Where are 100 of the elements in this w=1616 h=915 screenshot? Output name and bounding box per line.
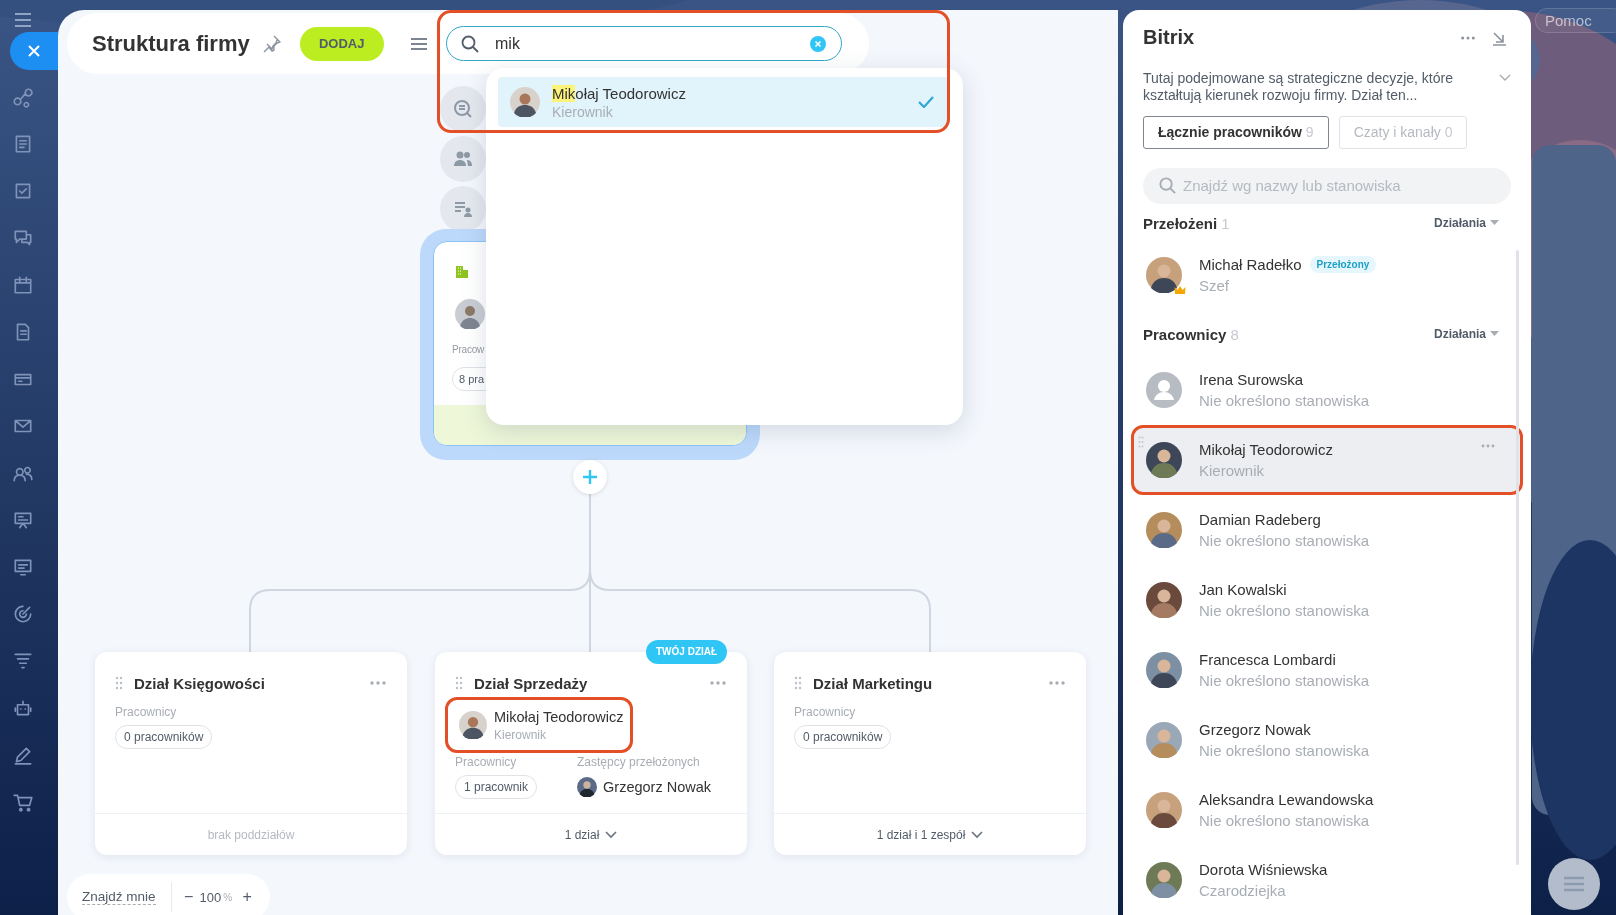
employee-name[interactable]: Michał Radełko xyxy=(1199,256,1302,273)
employee-row[interactable]: Michał Radełko Przełożony Szef xyxy=(1131,240,1523,310)
menu-icon[interactable] xyxy=(409,36,428,51)
avatar xyxy=(1146,582,1182,618)
manager-block[interactable]: Mikołaj Teodorowicz Kierownik xyxy=(445,697,633,753)
avatar xyxy=(1146,722,1182,758)
zoom-out-button[interactable]: − xyxy=(181,888,196,906)
employee-name[interactable]: Mikołaj Teodorowicz xyxy=(1199,441,1333,458)
employee-row[interactable]: Mikołaj Teodorowicz Kierownik xyxy=(1131,425,1523,495)
actions-dropdown[interactable]: Działania xyxy=(1433,327,1499,341)
avatar xyxy=(1146,257,1182,293)
employee-position: Szef xyxy=(1199,277,1230,294)
drag-handle-icon[interactable] xyxy=(115,676,123,690)
role-badge: Przełożony xyxy=(1309,256,1377,273)
deputy-name[interactable]: Grzegorz Nowak xyxy=(603,779,711,795)
more-icon[interactable] xyxy=(709,681,727,685)
list-person-icon[interactable] xyxy=(440,186,486,232)
avatar xyxy=(510,87,540,117)
own-department-badge: TWÓJ DZIAŁ xyxy=(646,640,728,664)
department-title: Dział Księgowości xyxy=(134,674,266,692)
avatar xyxy=(1146,512,1182,548)
employee-row[interactable]: Irena Surowska Nie określono stanowiska xyxy=(1131,355,1523,425)
avatar xyxy=(1146,442,1182,478)
chevron-down-icon[interactable] xyxy=(971,830,984,839)
collapse-icon[interactable] xyxy=(1491,29,1507,46)
drag-handle-icon[interactable] xyxy=(455,676,463,690)
drag-handle-icon[interactable] xyxy=(794,676,802,690)
employee-name[interactable]: Damian Radeberg xyxy=(1199,511,1321,528)
department-title: Dział Marketingu xyxy=(813,674,934,692)
zoom-in-button[interactable]: + xyxy=(240,888,255,906)
employee-row[interactable]: Damian Radeberg Nie określono stanowiska xyxy=(1131,495,1523,565)
page-title: Struktura firmy xyxy=(92,30,250,57)
search-field[interactable]: Znajdź wg nazwy lub stanowiska xyxy=(1143,167,1511,204)
menu-icon[interactable] xyxy=(13,12,33,28)
drag-handle-icon[interactable] xyxy=(1138,436,1144,448)
employee-row[interactable]: Aleksandra Lewandowska Nie określono stanowiska xyxy=(1131,775,1523,845)
list-icon xyxy=(1563,876,1585,892)
scrollbar[interactable] xyxy=(1516,250,1519,865)
avatar xyxy=(1146,862,1182,898)
actions-dropdown[interactable]: Działania xyxy=(1433,216,1499,230)
subdepartments-label[interactable]: 1 dział i 1 zespół xyxy=(876,827,966,842)
chevron-down-icon[interactable] xyxy=(1499,73,1511,82)
department-title: Dział Sprzedaży xyxy=(474,674,589,692)
zoom-value: 100 xyxy=(199,889,222,905)
employees-label: Pracownicy xyxy=(115,705,177,719)
panel-title: Bitrix xyxy=(1143,26,1196,50)
close-button[interactable] xyxy=(10,32,58,70)
more-icon[interactable] xyxy=(1481,444,1495,448)
employee-name[interactable]: Aleksandra Lewandowska xyxy=(1199,791,1374,808)
result-position: Kierownik xyxy=(552,103,614,120)
more-icon[interactable] xyxy=(1048,681,1066,685)
employee-name[interactable]: Francesca Lombardi xyxy=(1199,651,1336,668)
employee-row[interactable]: Francesca Lombardi Nie określono stanowiska xyxy=(1131,635,1523,705)
employee-name[interactable]: Jan Kowalski xyxy=(1199,581,1287,598)
search-result[interactable]: Mikołaj Teodorowicz Kierownik xyxy=(498,77,948,127)
employee-name[interactable]: Grzegorz Nowak xyxy=(1199,721,1311,738)
magnifier-icon[interactable] xyxy=(440,86,486,132)
target-icon[interactable] xyxy=(12,603,34,625)
employee-position: Nie określono stanowiska xyxy=(1199,602,1371,619)
more-icon[interactable] xyxy=(369,681,387,685)
department-card[interactable]: Dział Księgowości Pracownicy 0 pracowników brak poddziałów xyxy=(95,652,407,855)
head-name[interactable]: Mikołaj Teodorowicz xyxy=(494,708,624,725)
zoom-unit: % xyxy=(223,891,233,903)
employee-row[interactable]: Grzegorz Nowak Nie określono stanowiska xyxy=(1131,705,1523,775)
employees-label: Pracow xyxy=(452,344,485,355)
employee-position: Nie określono stanowiska xyxy=(1199,742,1371,759)
plus-icon xyxy=(582,469,598,485)
clear-icon[interactable] xyxy=(810,36,826,52)
more-icon[interactable] xyxy=(1460,35,1476,40)
add-node-button[interactable] xyxy=(573,460,607,494)
avatar xyxy=(459,711,487,739)
add-button[interactable]: DODAJ xyxy=(299,26,384,61)
find-me-link[interactable]: Znajdź mnie xyxy=(82,889,156,905)
department-description: Tutaj podejmowane są strategiczne decyzje, które kształtują kierunek rozwoju firmy. Dział ten... xyxy=(1143,69,1454,104)
employee-position: Kierownik xyxy=(1199,462,1266,479)
chevron-down-icon[interactable] xyxy=(605,830,618,839)
building-icon xyxy=(454,264,470,280)
head-position: Kierownik xyxy=(494,727,548,742)
nodes-icon[interactable] xyxy=(12,86,34,108)
avatar xyxy=(1146,372,1182,408)
check-icon xyxy=(918,96,934,108)
employee-position: Nie określono stanowiska xyxy=(1199,532,1371,549)
people-icon[interactable] xyxy=(440,136,486,182)
close-icon xyxy=(27,44,41,58)
search-icon xyxy=(460,34,480,54)
subdepartments-label[interactable]: 1 dział xyxy=(564,827,600,842)
search-field[interactable]: mik xyxy=(446,26,842,61)
employee-name[interactable]: Dorota Wiśniewska xyxy=(1199,861,1328,878)
section-title: Pracownicy 8 xyxy=(1143,325,1240,343)
avatar xyxy=(1146,652,1182,688)
caret-icon xyxy=(1490,331,1499,337)
tab[interactable]: Łącznie pracowników 9 xyxy=(1143,115,1329,149)
employee-row[interactable]: Dorota Wiśniewska Czarodziejka xyxy=(1131,845,1523,915)
employee-name[interactable]: Irena Surowska xyxy=(1199,371,1304,388)
department-card[interactable]: Dział Marketingu Pracownicy 0 pracowników 1 dział i 1 zespół xyxy=(774,652,1086,855)
pin-icon[interactable] xyxy=(261,33,282,54)
employee-row[interactable]: Jan Kowalski Nie określono stanowiska xyxy=(1131,565,1523,635)
employee-position: Czarodziejka xyxy=(1199,882,1287,899)
employees-label: Pracownicy xyxy=(794,705,856,719)
calendar-icon[interactable] xyxy=(12,274,34,296)
